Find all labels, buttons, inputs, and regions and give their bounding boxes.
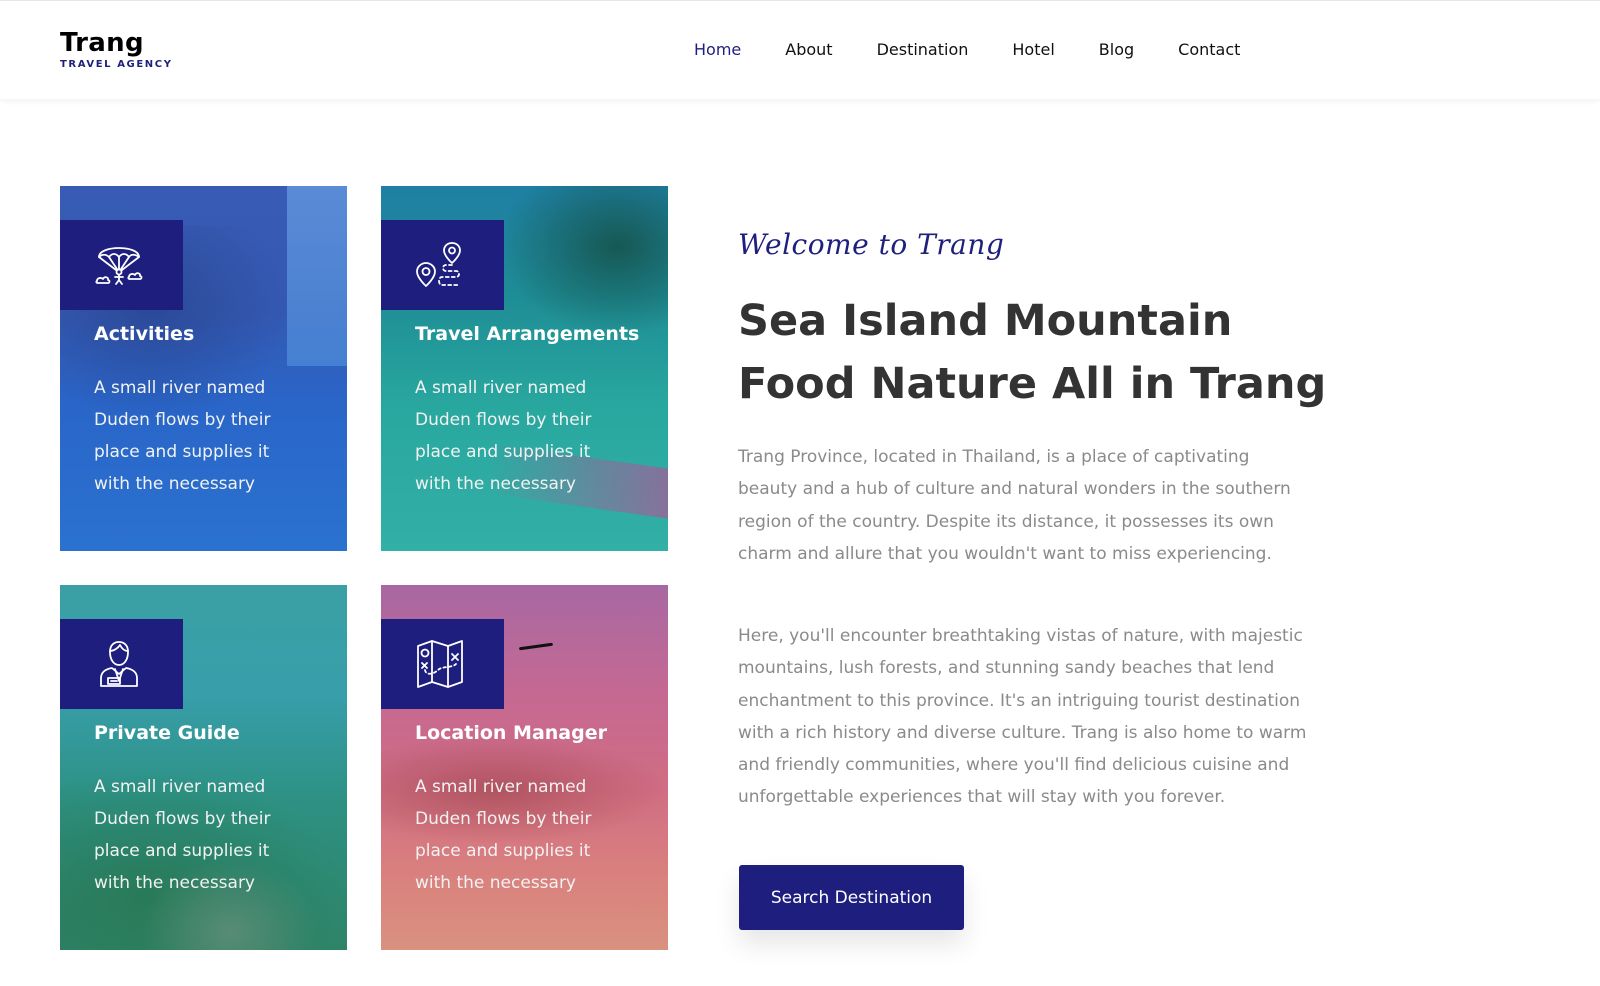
card-icon-box xyxy=(60,220,183,310)
service-card-private-guide[interactable]: Private Guide A small river named Duden … xyxy=(60,585,347,950)
nav-item-home[interactable]: Home xyxy=(694,40,741,59)
welcome-script-heading: Welcome to Trang xyxy=(738,228,1005,261)
card-text: A small river named Duden flows by their… xyxy=(94,378,271,494)
nav-item-contact[interactable]: Contact xyxy=(1178,40,1240,59)
nav-item-hotel[interactable]: Hotel xyxy=(1012,40,1054,59)
route-map-pin-icon xyxy=(415,242,461,287)
folded-map-icon xyxy=(416,640,463,688)
card-text: A small river named Duden flows by their… xyxy=(415,777,592,893)
nav-item-about[interactable]: About xyxy=(785,40,832,59)
site-header: Trang TRAVEL AGENCY Home About Destinati… xyxy=(0,0,1600,99)
card-title: Private Guide xyxy=(94,722,240,744)
card-text: A small river named Duden flows by their… xyxy=(94,777,271,893)
card-icon-box xyxy=(60,619,183,709)
service-card-activities[interactable]: Activities A small river named Duden flo… xyxy=(60,186,347,551)
card-text: A small river named Duden flows by their… xyxy=(415,378,592,494)
page-title: Sea Island Mountain Food Nature All in T… xyxy=(738,296,1327,409)
paragliding-icon xyxy=(94,247,142,285)
main-nav: Home About Destination Hotel Blog Contac… xyxy=(694,40,1284,59)
service-card-location-manager[interactable]: Location Manager A small river named Dud… xyxy=(381,585,668,950)
nav-item-destination[interactable]: Destination xyxy=(877,40,969,59)
card-icon-box xyxy=(381,220,504,310)
card-title: Activities xyxy=(94,323,195,345)
brand-logo[interactable]: Trang TRAVEL AGENCY xyxy=(60,29,173,70)
card-title: Travel Arrangements xyxy=(415,323,640,345)
tour-guide-icon xyxy=(99,641,138,687)
intro-paragraph-2: Here, you'll encounter breathtaking vist… xyxy=(738,626,1307,808)
brand-subtitle: TRAVEL AGENCY xyxy=(60,59,173,70)
search-destination-button[interactable]: Search Destination xyxy=(739,865,964,930)
brand-title: Trang xyxy=(60,28,144,58)
card-title: Location Manager xyxy=(415,722,607,744)
service-card-travel-arrangements[interactable]: Travel Arrangements A small river named … xyxy=(381,186,668,551)
card-icon-box xyxy=(381,619,504,709)
nav-item-blog[interactable]: Blog xyxy=(1099,40,1134,59)
intro-paragraph-1: Trang Province, located in Thailand, is … xyxy=(738,447,1291,564)
